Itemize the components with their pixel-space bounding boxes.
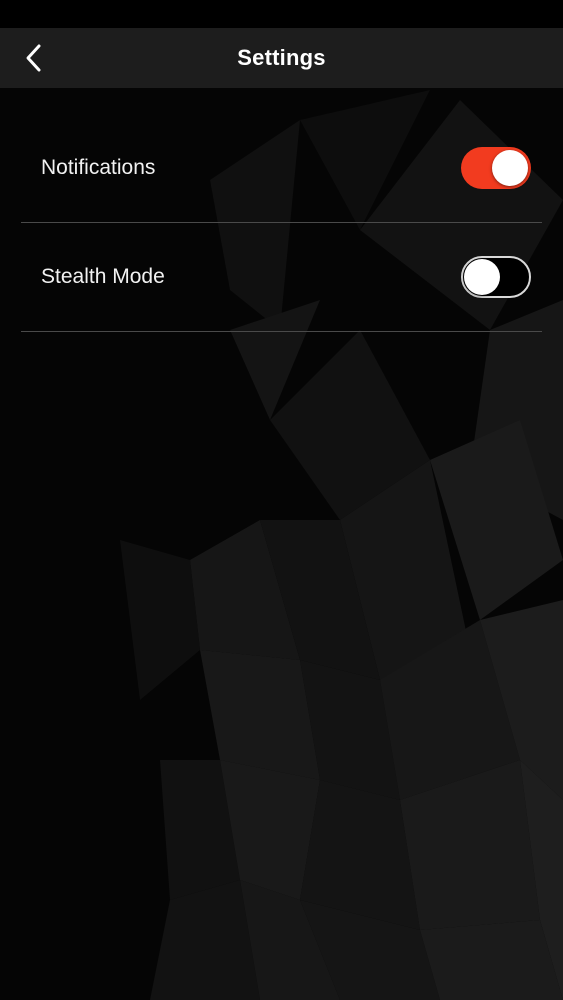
settings-screen: Settings Notifications Stealth Mode xyxy=(0,0,563,1000)
settings-list: Notifications Stealth Mode xyxy=(21,114,542,332)
settings-row-notifications: Notifications xyxy=(21,114,542,223)
chevron-left-icon xyxy=(26,44,41,72)
back-button[interactable] xyxy=(14,38,54,78)
stealth-mode-toggle[interactable] xyxy=(461,256,531,298)
toggle-knob xyxy=(464,259,500,295)
page-title: Settings xyxy=(237,45,326,70)
navigation-bar: Settings xyxy=(0,28,563,88)
toggle-knob xyxy=(492,150,528,186)
settings-row-stealth-mode: Stealth Mode xyxy=(21,223,542,332)
status-bar xyxy=(0,0,563,28)
stealth-mode-label: Stealth Mode xyxy=(41,265,165,288)
notifications-label: Notifications xyxy=(41,156,156,179)
notifications-toggle[interactable] xyxy=(461,147,531,189)
